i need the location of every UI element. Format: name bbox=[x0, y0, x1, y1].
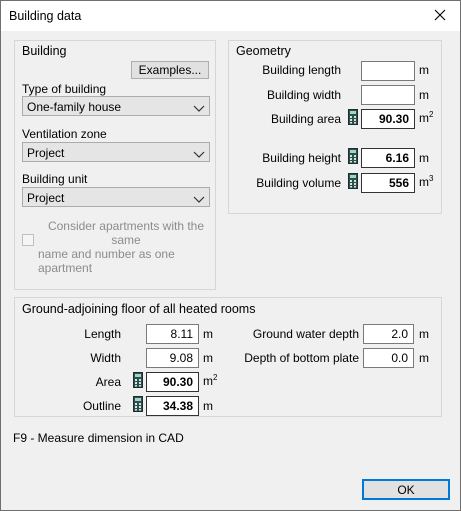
bottom-plate-depth-unit: m bbox=[419, 351, 429, 365]
building-width-unit: m bbox=[419, 88, 429, 102]
building-volume-input[interactable]: 556 bbox=[361, 173, 415, 193]
ground-floor-group-title: Ground-adjoining floor of all heated roo… bbox=[22, 302, 256, 316]
building-width-label: Building width bbox=[266, 88, 341, 102]
dialog-window: Building data Building Examples... Type … bbox=[0, 0, 461, 511]
building-unit-select[interactable]: Project bbox=[22, 187, 210, 207]
ground-area-label: Area bbox=[95, 375, 121, 389]
ventilation-zone-select[interactable]: Project bbox=[22, 142, 210, 162]
ground-area-input[interactable]: 90.30 bbox=[146, 372, 199, 392]
building-length-input[interactable] bbox=[361, 61, 415, 81]
building-width-input[interactable] bbox=[361, 85, 415, 105]
cad-hint-text: F9 - Measure dimension in CAD bbox=[13, 431, 184, 445]
close-button[interactable] bbox=[420, 1, 460, 31]
building-height-input[interactable]: 6.16 bbox=[361, 148, 415, 168]
examples-button-label: Examples... bbox=[138, 63, 202, 77]
chevron-down-icon bbox=[193, 148, 205, 158]
building-area-input[interactable]: 90.30 bbox=[361, 109, 415, 129]
calculator-icon[interactable] bbox=[133, 372, 143, 388]
calculator-icon[interactable] bbox=[348, 109, 358, 125]
ground-water-depth-label: Ground water depth bbox=[252, 327, 359, 341]
type-of-building-label: Type of building bbox=[22, 82, 107, 96]
window-title: Building data bbox=[9, 9, 82, 23]
ground-width-unit: m bbox=[203, 351, 213, 365]
consider-apartments-label: Consider apartments with the same name a… bbox=[38, 219, 214, 275]
building-height-label: Building height bbox=[262, 151, 341, 165]
consider-line-3: apartment bbox=[38, 261, 93, 275]
calculator-icon[interactable] bbox=[133, 396, 143, 412]
consider-apartments-checkbox[interactable] bbox=[22, 234, 34, 246]
geometry-group-title: Geometry bbox=[236, 44, 291, 58]
ground-width-input[interactable]: 9.08 bbox=[146, 348, 199, 368]
calculator-icon[interactable] bbox=[348, 173, 358, 189]
consider-line-2: name and number as one bbox=[38, 247, 175, 261]
building-length-unit: m bbox=[419, 63, 429, 77]
building-volume-label: Building volume bbox=[256, 176, 341, 190]
ok-button-label: OK bbox=[397, 482, 415, 497]
ok-button[interactable]: OK bbox=[362, 479, 450, 500]
type-of-building-value: One-family house bbox=[27, 100, 122, 114]
ground-outline-unit: m bbox=[203, 399, 213, 413]
ground-water-depth-unit: m bbox=[419, 327, 429, 341]
building-group-title: Building bbox=[22, 44, 67, 58]
title-bar: Building data bbox=[1, 1, 460, 31]
ground-floor-group: Ground-adjoining floor of all heated roo… bbox=[14, 297, 442, 417]
building-length-label: Building length bbox=[262, 63, 341, 77]
ventilation-zone-value: Project bbox=[27, 146, 65, 160]
calculator-icon[interactable] bbox=[348, 148, 358, 164]
building-area-unit: m2 bbox=[419, 110, 434, 125]
close-icon bbox=[434, 9, 446, 24]
ground-area-unit: m2 bbox=[203, 373, 218, 388]
ground-outline-label: Outline bbox=[82, 399, 121, 413]
ground-width-label: Width bbox=[90, 351, 121, 365]
ground-length-unit: m bbox=[203, 327, 213, 341]
ground-outline-input[interactable]: 34.38 bbox=[146, 396, 199, 416]
bottom-plate-depth-input[interactable]: 0.0 bbox=[363, 348, 414, 368]
ground-length-label: Length bbox=[84, 327, 121, 341]
building-height-unit: m bbox=[419, 151, 429, 165]
examples-button[interactable]: Examples... bbox=[131, 61, 209, 79]
building-unit-label: Building unit bbox=[22, 172, 88, 186]
building-unit-value: Project bbox=[27, 191, 65, 205]
bottom-plate-depth-label: Depth of bottom plate bbox=[244, 351, 359, 365]
ground-length-input[interactable]: 8.11 bbox=[146, 324, 199, 344]
chevron-down-icon bbox=[193, 102, 205, 112]
chevron-down-icon bbox=[193, 193, 205, 203]
building-volume-unit: m3 bbox=[419, 174, 434, 189]
ground-water-depth-input[interactable]: 2.0 bbox=[363, 324, 414, 344]
ventilation-zone-label: Ventilation zone bbox=[22, 127, 107, 141]
building-group: Building Examples... Type of building On… bbox=[14, 40, 216, 290]
consider-line-1: Consider apartments with the same bbox=[47, 219, 205, 247]
type-of-building-select[interactable]: One-family house bbox=[22, 96, 210, 116]
building-area-label: Building area bbox=[270, 112, 341, 126]
geometry-group: Geometry Building length m Building widt… bbox=[228, 40, 442, 214]
